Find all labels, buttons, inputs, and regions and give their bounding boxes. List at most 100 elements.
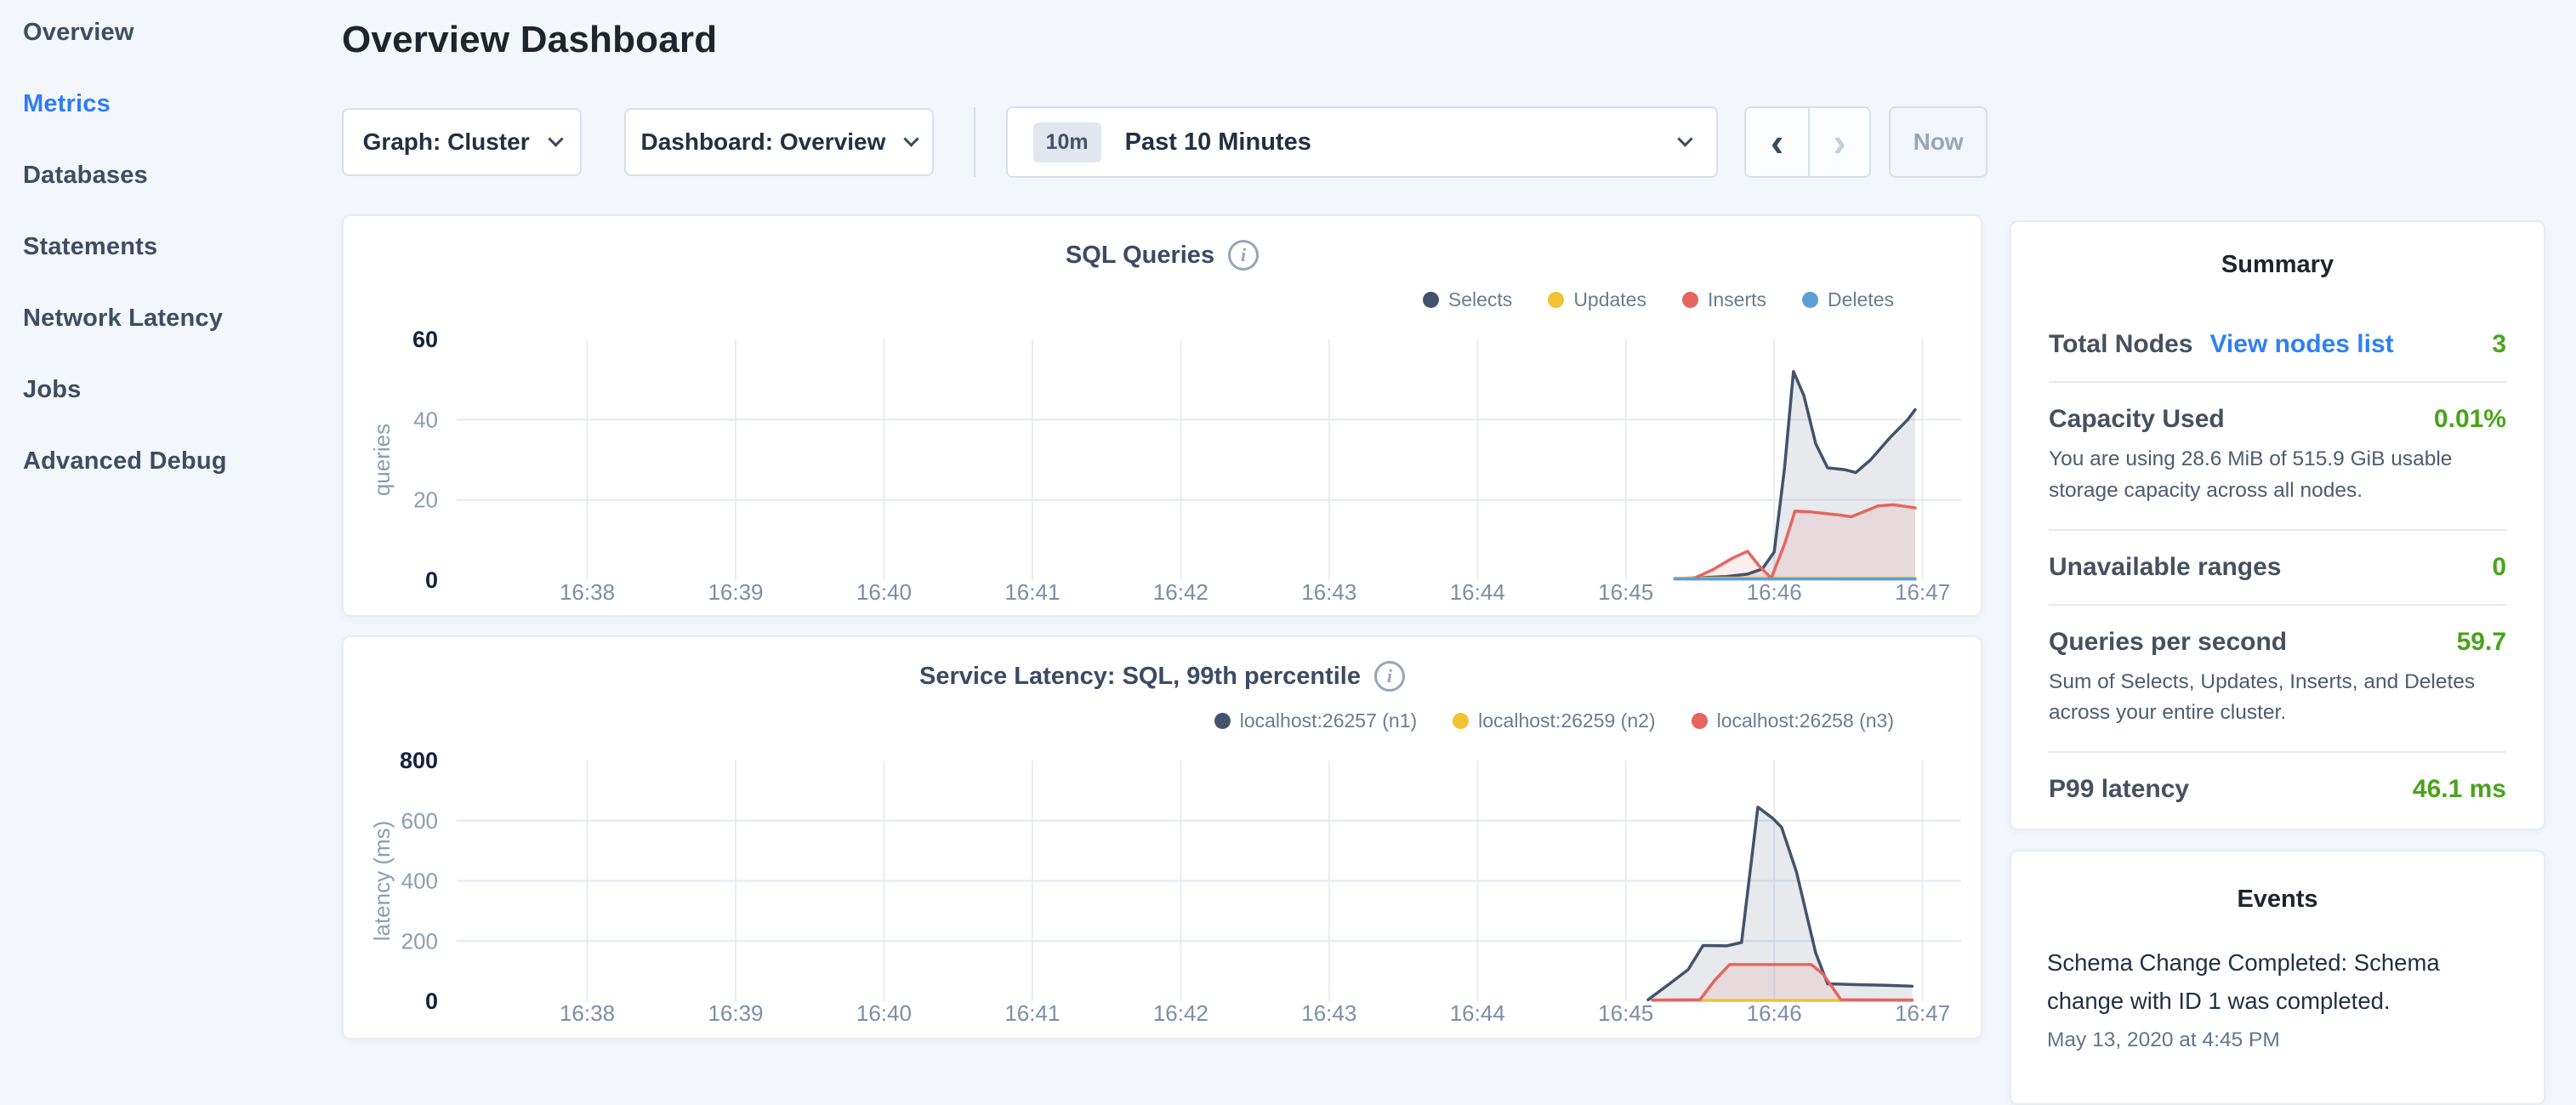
svg-text:16:39: 16:39 bbox=[708, 1000, 763, 1026]
time-step-button-group: ‹ › bbox=[1744, 106, 1871, 178]
summary-value: 0 bbox=[2492, 553, 2506, 582]
events-title: Events bbox=[2047, 886, 2508, 914]
events-panel: Events Schema Change Completed: Schema c… bbox=[2010, 850, 2545, 1105]
legend-item[interactable]: Selects bbox=[1423, 288, 1512, 311]
sidebar-item[interactable]: Databases bbox=[23, 162, 340, 190]
view-nodes-link[interactable]: View nodes list bbox=[2209, 330, 2393, 359]
chevron-down-icon bbox=[904, 131, 919, 146]
svg-text:16:38: 16:38 bbox=[560, 1000, 615, 1026]
chevron-left-icon: ‹ bbox=[1771, 120, 1783, 164]
summary-row: Queries per second 59.7 Sum of Selects, … bbox=[2049, 604, 2506, 752]
svg-text:16:42: 16:42 bbox=[1153, 579, 1208, 605]
legend-swatch-icon bbox=[1453, 713, 1469, 729]
summary-row: Capacity Used 0.01% You are using 28.6 M… bbox=[2049, 381, 2506, 529]
graph-selector-dropdown[interactable]: Graph: Cluster bbox=[342, 108, 582, 176]
svg-text:16:41: 16:41 bbox=[1004, 579, 1060, 605]
info-icon[interactable]: i bbox=[1374, 661, 1405, 692]
chart-title: Service Latency: SQL, 99th percentile bbox=[919, 663, 1361, 691]
summary-panel: Summary Total Nodes View nodes list 3 Ca… bbox=[2010, 220, 2545, 830]
chevron-down-icon bbox=[1678, 131, 1693, 146]
sql-queries-plot[interactable]: 16:3816:3916:4016:4116:4216:4316:4416:45… bbox=[344, 329, 1982, 615]
svg-text:200: 200 bbox=[401, 928, 438, 954]
info-icon[interactable]: i bbox=[1228, 240, 1259, 271]
legend-item[interactable]: localhost:26257 (n1) bbox=[1214, 709, 1417, 732]
svg-text:16:46: 16:46 bbox=[1747, 1000, 1802, 1026]
sidebar-item[interactable]: Advanced Debug bbox=[23, 447, 340, 476]
event-message: Schema Change Completed: Schema change w… bbox=[2047, 944, 2508, 1020]
sidebar-item[interactable]: Network Latency bbox=[23, 305, 340, 333]
svg-text:400: 400 bbox=[401, 869, 438, 894]
time-prev-button[interactable]: ‹ bbox=[1746, 108, 1807, 176]
chevron-right-icon: › bbox=[1833, 120, 1845, 164]
chart-legend: Selects Updates Inserts Deletes bbox=[344, 282, 1981, 316]
svg-text:0: 0 bbox=[425, 988, 438, 1014]
summary-value: 59.7 bbox=[2457, 628, 2506, 657]
summary-label: Queries per second bbox=[2049, 628, 2287, 657]
dashboard-selector-label: Dashboard: Overview bbox=[640, 128, 885, 156]
dashboard-selector-dropdown[interactable]: Dashboard: Overview bbox=[624, 108, 933, 176]
legend-item[interactable]: localhost:26258 (n3) bbox=[1692, 709, 1894, 732]
svg-text:800: 800 bbox=[400, 750, 438, 773]
summary-value: 46.1 ms bbox=[2413, 775, 2506, 804]
svg-text:16:44: 16:44 bbox=[1450, 1000, 1505, 1026]
svg-text:latency (ms): latency (ms) bbox=[369, 821, 395, 942]
chart-legend: localhost:26257 (n1) localhost:26259 (n2… bbox=[344, 703, 1981, 738]
summary-label: P99 latency bbox=[2049, 775, 2189, 804]
summary-subtext: You are using 28.6 MiB of 515.9 GiB usab… bbox=[2049, 444, 2506, 507]
svg-text:16:42: 16:42 bbox=[1153, 1000, 1208, 1026]
sidebar-item[interactable]: Jobs bbox=[23, 376, 340, 404]
legend-item[interactable]: Updates bbox=[1548, 288, 1646, 311]
controls-divider bbox=[974, 107, 975, 177]
sidebar-item[interactable]: Statements bbox=[23, 233, 340, 261]
summary-label: Total Nodes bbox=[2049, 330, 2192, 359]
summary-title: Summary bbox=[2049, 251, 2506, 279]
svg-text:16:47: 16:47 bbox=[1895, 579, 1950, 605]
summary-value: 0.01% bbox=[2434, 405, 2506, 434]
svg-text:16:43: 16:43 bbox=[1301, 1000, 1356, 1026]
now-button[interactable]: Now bbox=[1889, 106, 1987, 178]
svg-text:queries: queries bbox=[369, 424, 395, 496]
time-range-badge: 10m bbox=[1033, 122, 1101, 162]
svg-text:16:44: 16:44 bbox=[1450, 579, 1505, 605]
legend-swatch-icon bbox=[1423, 292, 1439, 308]
time-range-label: Past 10 Minutes bbox=[1125, 128, 1311, 157]
legend-swatch-icon bbox=[1802, 292, 1818, 308]
summary-subtext: Sum of Selects, Updates, Inserts, and De… bbox=[2049, 667, 2506, 730]
summary-row: P99 latency 46.1 ms bbox=[2049, 751, 2506, 826]
chevron-down-icon bbox=[548, 131, 563, 146]
svg-text:20: 20 bbox=[413, 487, 438, 513]
svg-text:60: 60 bbox=[412, 329, 438, 352]
legend-swatch-icon bbox=[1682, 292, 1698, 308]
sidebar-nav: Overview Metrics Databases Statements Ne… bbox=[0, 0, 340, 519]
svg-text:16:39: 16:39 bbox=[708, 579, 763, 605]
summary-row: Unavailable ranges 0 bbox=[2049, 529, 2506, 604]
event-item[interactable]: Schema Change Completed: Schema change w… bbox=[2047, 944, 2508, 1052]
graph-selector-label: Graph: Cluster bbox=[363, 128, 530, 156]
legend-swatch-icon bbox=[1548, 292, 1564, 308]
legend-item[interactable]: Deletes bbox=[1802, 288, 1894, 311]
legend-swatch-icon bbox=[1692, 713, 1708, 729]
svg-text:16:47: 16:47 bbox=[1895, 1000, 1950, 1026]
page-title: Overview Dashboard bbox=[342, 19, 1987, 61]
svg-text:16:43: 16:43 bbox=[1301, 579, 1356, 605]
svg-text:16:45: 16:45 bbox=[1598, 579, 1653, 605]
controls-row: Graph: Cluster Dashboard: Overview 10m P… bbox=[342, 106, 1987, 178]
event-timestamp: May 13, 2020 at 4:45 PM bbox=[2047, 1028, 2508, 1052]
summary-value: 3 bbox=[2492, 330, 2506, 359]
main-content: Overview Dashboard Graph: Cluster Dashbo… bbox=[342, 0, 1987, 1039]
svg-text:40: 40 bbox=[413, 407, 438, 432]
legend-swatch-icon bbox=[1214, 713, 1231, 729]
summary-label: Capacity Used bbox=[2049, 405, 2225, 434]
time-next-button[interactable]: › bbox=[1808, 108, 1870, 176]
time-range-dropdown[interactable]: 10m Past 10 Minutes bbox=[1006, 106, 1719, 178]
legend-item[interactable]: Inserts bbox=[1682, 288, 1766, 311]
charts-column: SQL Queries i Selects Updates bbox=[342, 214, 1982, 1039]
service-latency-plot[interactable]: 16:3816:3916:4016:4116:4216:4316:4416:45… bbox=[344, 750, 1982, 1036]
service-latency-chart-card: Service Latency: SQL, 99th percentile i … bbox=[342, 635, 1982, 1039]
svg-text:16:46: 16:46 bbox=[1747, 579, 1802, 605]
sidebar-item[interactable]: Overview bbox=[23, 19, 340, 47]
chart-title: SQL Queries bbox=[1066, 242, 1214, 270]
svg-text:600: 600 bbox=[401, 808, 438, 834]
sidebar-item[interactable]: Metrics bbox=[23, 90, 340, 118]
legend-item[interactable]: localhost:26259 (n2) bbox=[1453, 709, 1655, 732]
